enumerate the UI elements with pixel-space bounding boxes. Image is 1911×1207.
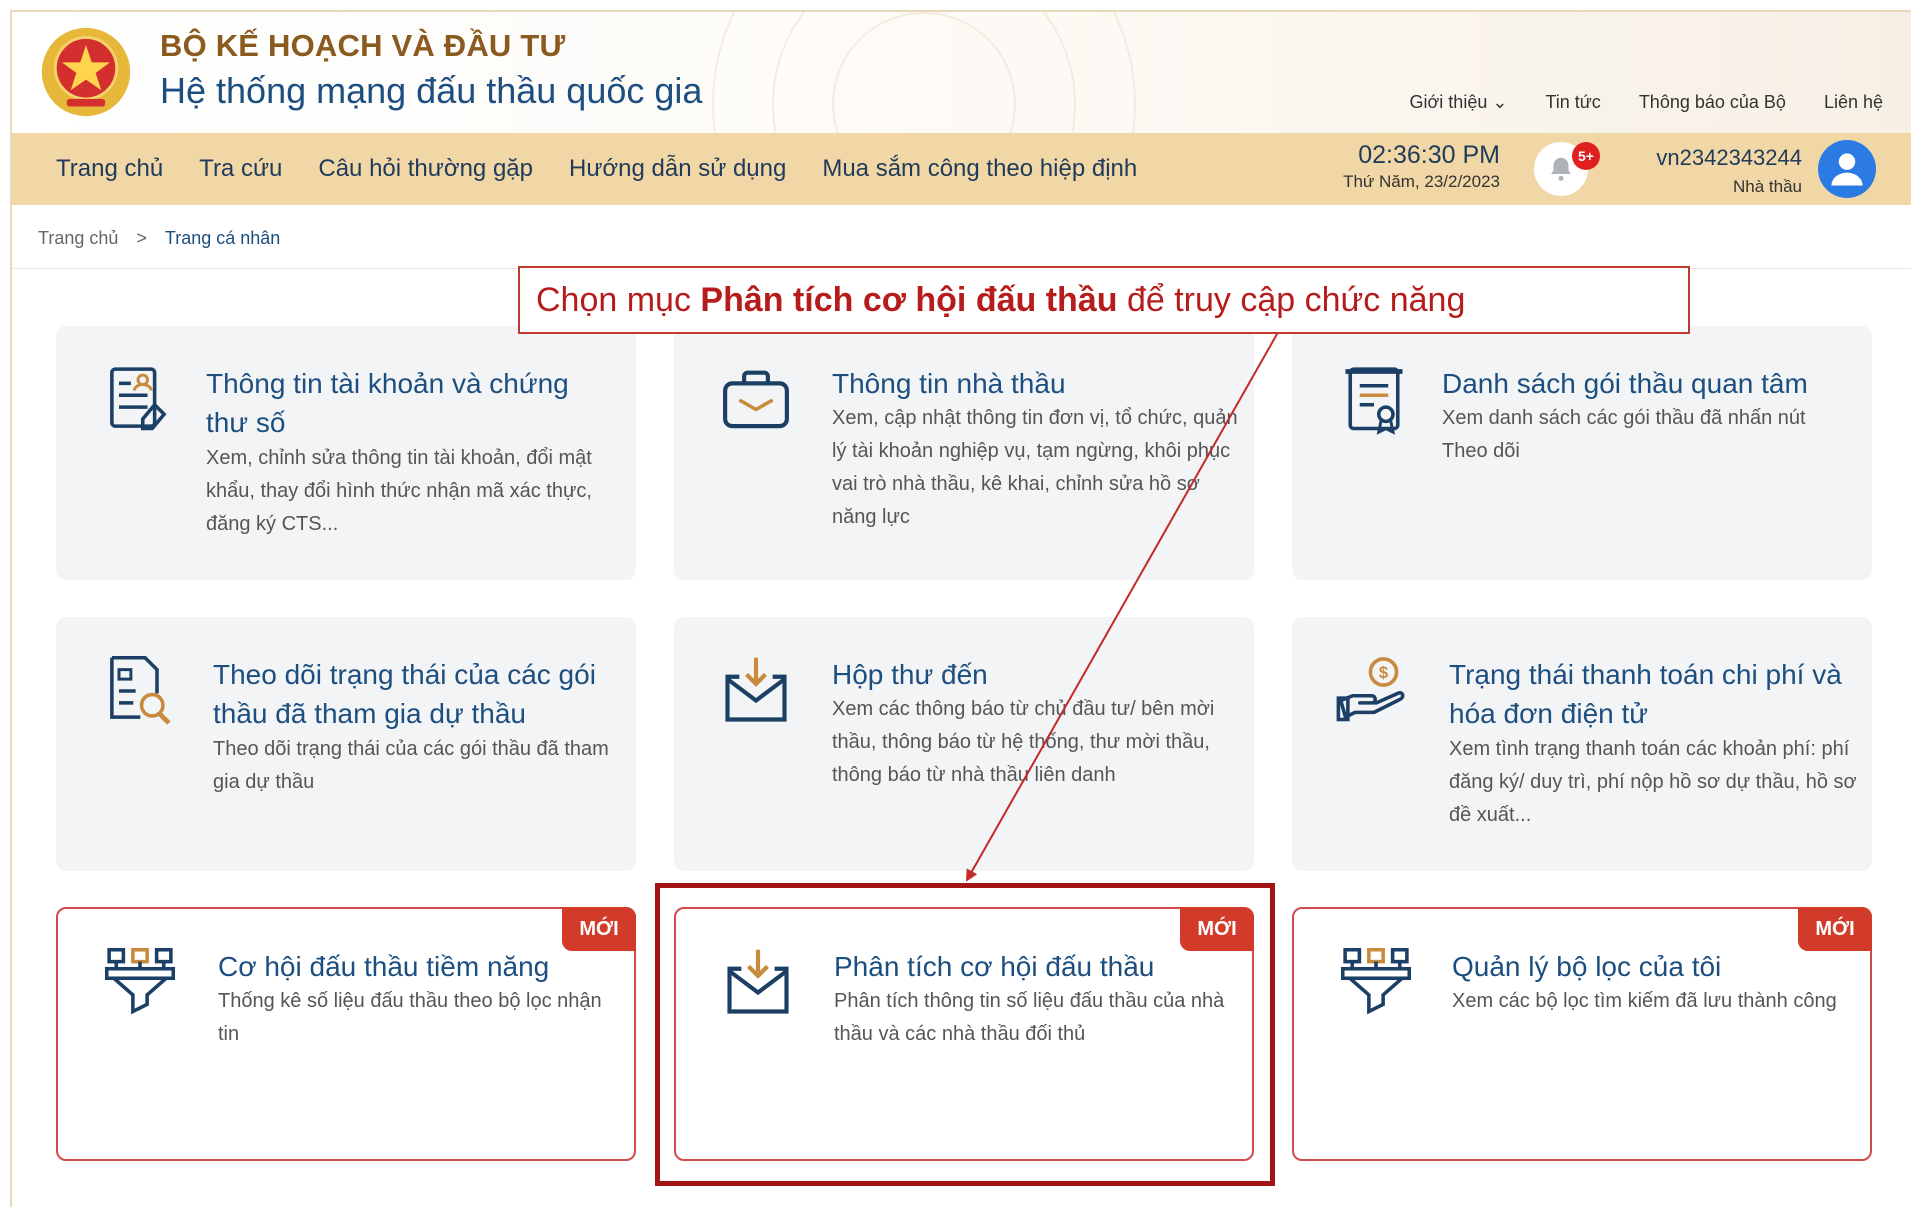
card-title: Trạng thái thanh toán chi phí và hóa đơn… [1449,659,1842,729]
breadcrumb-separator: > [136,228,147,248]
payment-hand-icon: $ [1336,657,1405,722]
filter-icon [104,947,176,1015]
card-description: Xem, chỉnh sửa thông tin tài khoản, đổi … [206,447,592,535]
user-info[interactable]: vn2342343244 Nhà thầu [1632,145,1802,197]
top-link-contact[interactable]: Liên hệ [1824,92,1883,113]
instruction-callout: Chọn mục Phân tích cơ hội đấu thầu để tr… [518,266,1690,334]
card-description: Xem tình trạng thanh toán các khoản phí:… [1449,738,1857,826]
username: vn2342343244 [1656,145,1802,170]
top-link-ministry-notice[interactable]: Thông báo của Bộ [1639,92,1786,113]
highlight-box [655,883,1275,1186]
card-potential-opportunities[interactable]: MỚI Cơ hội đấu thầu tiềm năng Thống kê s… [56,907,636,1161]
card-description: Xem các bộ lọc tìm kiếm đã lưu thành côn… [1452,990,1837,1012]
breadcrumb-current: Trang cá nhân [164,228,281,248]
card-description: Theo dõi trạng thái của các gói thầu đã … [213,738,609,793]
card-description: Xem danh sách các gói thầu đã nhấn nút T… [1442,407,1806,462]
card-title: Danh sách gói thầu quan tâm [1442,368,1808,399]
breadcrumb-home[interactable]: Trang chủ [38,228,118,249]
account-doc-icon [110,367,167,431]
callout-bold: Phân tích cơ hội đấu thầu [700,280,1118,319]
new-badge: MỚI [1798,907,1872,951]
doc-search-icon [110,655,171,725]
notification-badge: 5+ [1572,142,1600,170]
clock: 02:36:30 PM Thứ Năm, 23/2/2023 [1307,141,1500,192]
nav-item-search[interactable]: Tra cứu [199,155,282,183]
card-title: Theo dõi trạng thái của các gói thầu đã … [213,659,596,729]
card-title: Thông tin nhà thầu [832,368,1066,399]
card-title: Cơ hội đấu thầu tiềm năng [218,951,550,982]
clock-time: 02:36:30 PM [1358,141,1500,169]
avatar[interactable] [1818,140,1876,198]
card-account-info[interactable]: Thông tin tài khoản và chứng thư số Xem,… [56,326,636,580]
user-icon [1831,153,1863,186]
briefcase-icon [723,370,789,429]
top-link-about[interactable]: Giới thiệu ⌄ [1410,92,1508,113]
card-contractor-info[interactable]: Thông tin nhà thầu Xem, cập nhật thông t… [674,326,1254,580]
card-inbox[interactable]: Hộp thư đến Xem các thông báo từ chủ đầu… [674,617,1254,871]
card-payment-status[interactable]: $ Trạng thái thanh toán chi phí và hóa đ… [1292,617,1872,871]
card-description: Xem, cập nhật thông tin đơn vị, tổ chức,… [832,407,1238,528]
filter-icon [1340,947,1412,1015]
national-emblem-icon[interactable] [38,24,134,120]
card-my-filters[interactable]: MỚI Quản lý bộ lọc của tôi Xem các bộ lọ… [1292,907,1872,1161]
main-nav: Trang chủ Tra cứu Câu hỏi thường gặp Hướ… [12,133,1911,205]
card-description: Xem các thông báo từ chủ đầu tư/ bên mời… [832,698,1215,786]
top-link-news[interactable]: Tin tức [1545,92,1600,113]
card-title: Quản lý bộ lọc của tôi [1452,951,1722,982]
site-header: BỘ KẾ HOẠCH VÀ ĐẦU TƯ Hệ thống mạng đấu … [12,10,1911,135]
nav-item-home[interactable]: Trang chủ [56,155,163,183]
card-title: Hộp thư đến [832,659,988,690]
callout-prefix: Chọn mục [536,280,701,319]
clock-date: Thứ Năm, 23/2/2023 [1343,172,1500,191]
ministry-name: BỘ KẾ HOẠCH VÀ ĐẦU TƯ [160,28,566,63]
svg-text:$: $ [1379,663,1388,682]
nav-item-faq[interactable]: Câu hỏi thường gặp [318,155,533,183]
new-badge: MỚI [562,907,636,951]
inbox-icon [725,657,787,722]
top-links: Giới thiệu ⌄ Tin tức Thông báo của Bộ Li… [1410,92,1884,113]
nav-item-guide[interactable]: Hướng dẫn sử dụng [569,155,786,183]
nav-item-agreement-procurement[interactable]: Mua sắm công theo hiệp định [822,155,1137,183]
card-track-bid-status[interactable]: Theo dõi trạng thái của các gói thầu đã … [56,617,636,871]
user-role: Nhà thầu [1733,177,1802,196]
certificate-icon [1345,367,1403,435]
card-title: Thông tin tài khoản và chứng thư số [206,368,569,438]
system-name[interactable]: Hệ thống mạng đấu thầu quốc gia [160,70,702,112]
callout-suffix: để truy cập chức năng [1117,280,1466,319]
card-description: Thống kê số liệu đấu thầu theo bộ lọc nh… [218,990,602,1045]
card-followed-packages[interactable]: Danh sách gói thầu quan tâm Xem danh sác… [1292,326,1872,580]
breadcrumb: Trang chủ > Trang cá nhân [38,228,280,249]
